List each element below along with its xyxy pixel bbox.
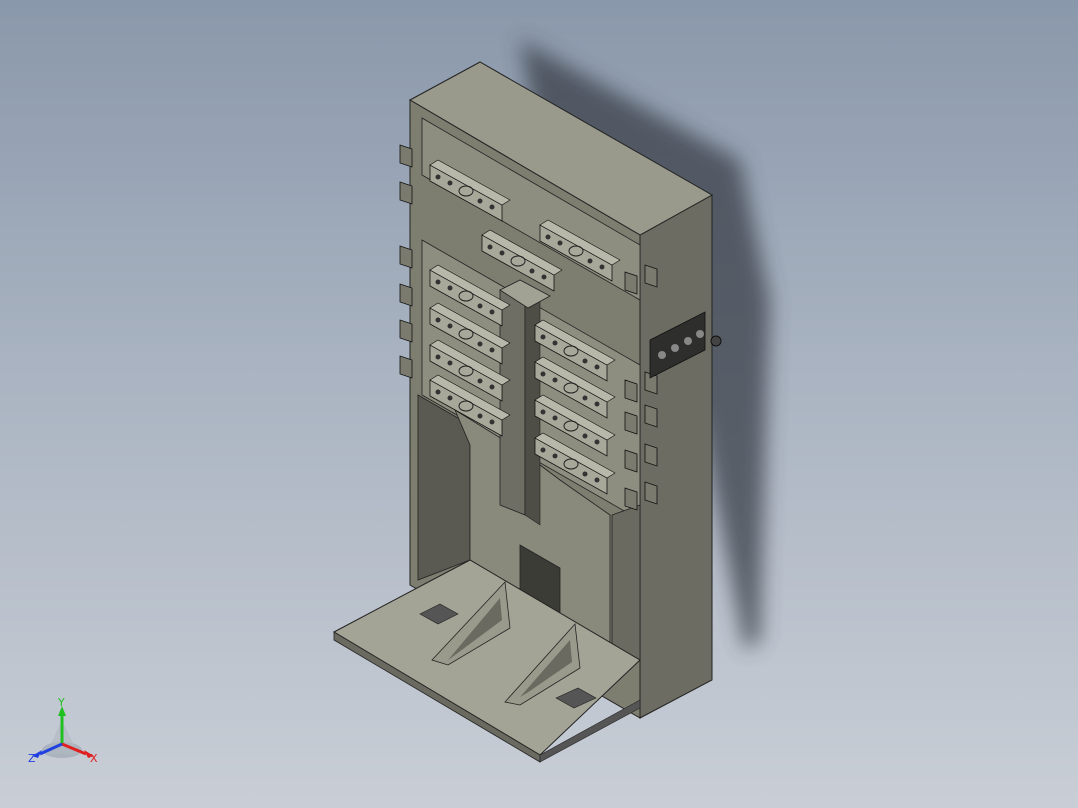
hinge-clip xyxy=(624,411,638,435)
hinge-clip xyxy=(399,355,413,379)
graphics-viewport[interactable]: Y X Z xyxy=(0,0,1078,808)
hinge-clip xyxy=(399,181,413,205)
hinge-clip xyxy=(624,271,638,295)
view-orientation-triad[interactable]: Y X Z xyxy=(22,692,112,772)
hinge-clip xyxy=(644,264,658,288)
hinge-clip xyxy=(624,487,638,511)
x-axis-label: X xyxy=(90,752,98,765)
right-front-strip xyxy=(611,504,641,671)
hinge-clip xyxy=(624,379,638,403)
hinge-clip xyxy=(644,443,658,467)
y-axis-label: Y xyxy=(57,696,65,709)
hinge-clip xyxy=(399,144,413,168)
z-axis-label: Z xyxy=(28,752,36,765)
hinge-clip xyxy=(399,283,413,307)
hinge-clip xyxy=(399,245,413,269)
cad-model[interactable] xyxy=(0,0,1078,808)
vertical-rail xyxy=(499,289,526,516)
hinge-clip xyxy=(644,481,658,505)
hinge-clip xyxy=(399,319,413,343)
hinge-clip xyxy=(644,404,658,428)
hinge-clip xyxy=(624,449,638,473)
